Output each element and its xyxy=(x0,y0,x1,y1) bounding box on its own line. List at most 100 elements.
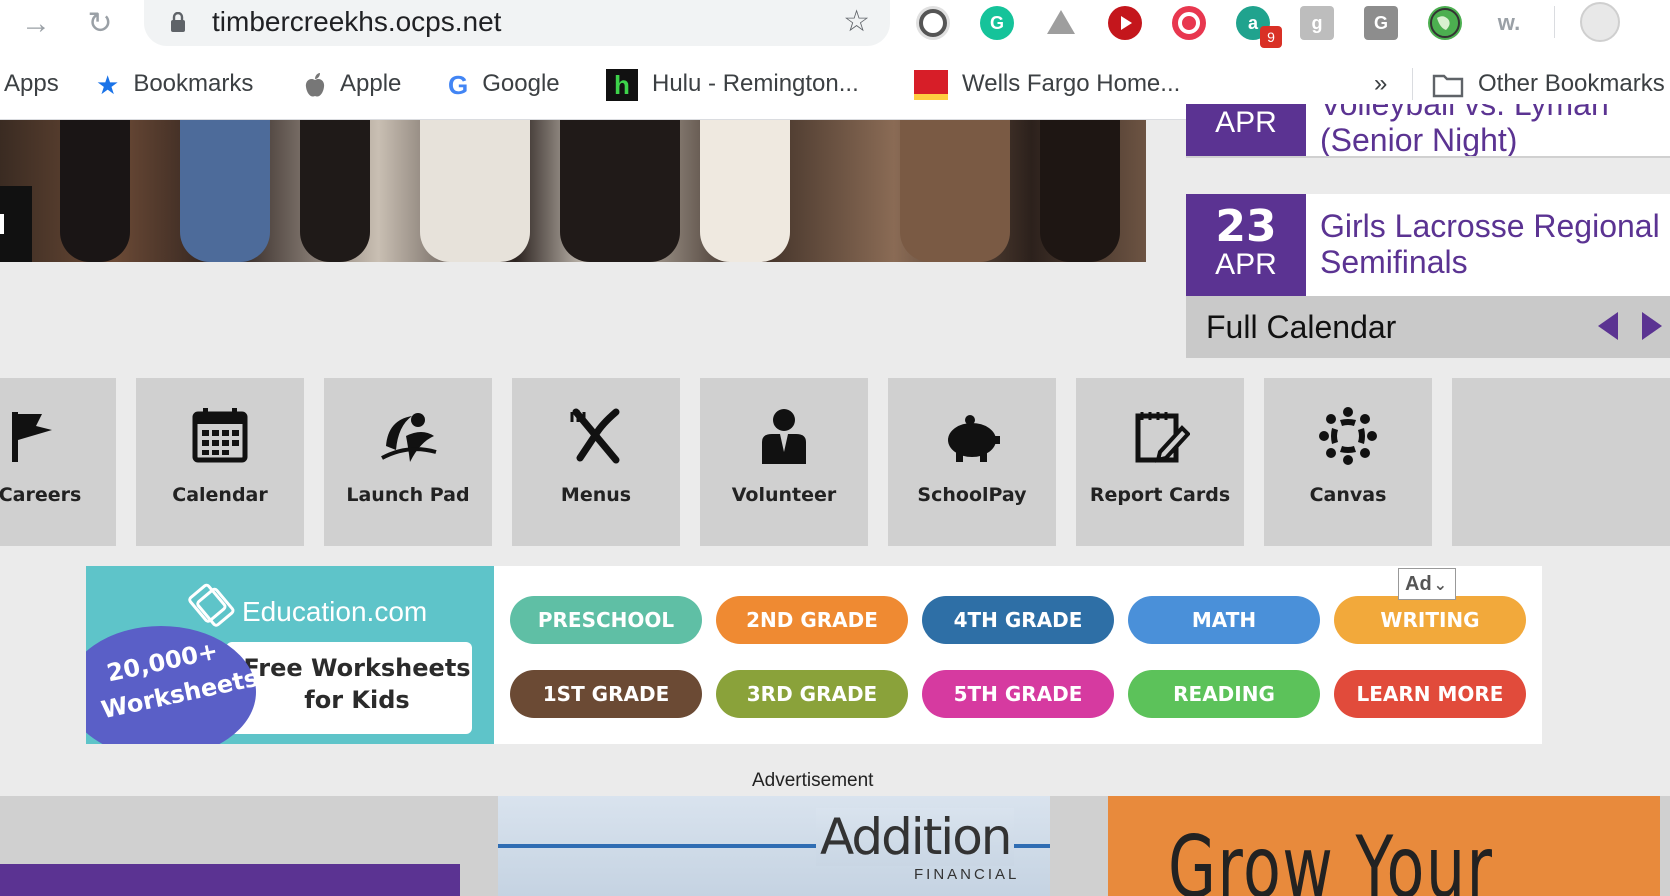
extension-g-icon[interactable]: g xyxy=(1300,6,1334,40)
event-month: APR xyxy=(1215,248,1277,281)
apple-icon xyxy=(305,72,325,97)
wells-fargo-icon xyxy=(914,69,948,100)
calendar-icon xyxy=(192,408,248,463)
star-icon: ★ xyxy=(96,69,120,100)
event-item[interactable]: 23 APR Girls Lacrosse Regional Semifinal… xyxy=(1186,194,1670,296)
lower-purple-panel xyxy=(0,864,460,896)
bookmark-wells-fargo[interactable]: Wells Fargo Home... xyxy=(914,66,1180,102)
ad-button-1st-grade[interactable]: 1ST GRADE xyxy=(510,670,702,718)
lock-icon xyxy=(171,12,185,32)
bookmark-apple-label: Apple xyxy=(340,70,402,97)
quick-link-label: Menus xyxy=(560,484,632,506)
addition-financial-ad[interactable]: Addition FINANCIAL xyxy=(498,796,1050,896)
event-date: APR xyxy=(1186,104,1306,156)
extension-circle-icon[interactable] xyxy=(916,6,950,40)
bookmark-apps[interactable]: Apps xyxy=(4,66,59,102)
other-bookmarks-label: Other Bookmarks xyxy=(1478,70,1665,97)
drive-icon[interactable] xyxy=(1044,6,1078,40)
grammarly-icon[interactable]: G xyxy=(980,6,1014,40)
quick-link-label: Launch Pad xyxy=(346,484,470,506)
ad-button-4th-grade[interactable]: 4TH GRADE xyxy=(922,596,1114,644)
chevron-down-icon: ⌄ xyxy=(1433,577,1448,594)
address-bar[interactable]: timbercreekhs.ocps.net ☆ xyxy=(144,0,890,46)
quick-link-menus[interactable]: Menus xyxy=(512,378,680,546)
next-arrow-icon[interactable] xyxy=(1642,312,1662,340)
report-card-icon xyxy=(1135,412,1190,463)
event-title-line: Volleyball vs. Lyman xyxy=(1320,104,1609,122)
bookmark-google[interactable]: G Google xyxy=(448,66,560,102)
ad-brand-name: Education.com xyxy=(242,596,428,627)
quick-link-launch-pad[interactable]: Launch Pad xyxy=(324,378,492,546)
profile-avatar-icon[interactable] xyxy=(1580,2,1620,42)
education-ad[interactable]: Education.com Free Worksheets for Kids 2… xyxy=(86,566,1542,744)
toolbar-divider xyxy=(1554,6,1555,38)
reload-button[interactable]: ↻ xyxy=(82,6,118,42)
quick-link-label: Report Cards xyxy=(1089,484,1231,506)
bookmark-apps-label: Apps xyxy=(4,70,59,97)
previous-arrow-icon[interactable] xyxy=(1598,312,1618,340)
ad-button-preschool[interactable]: PRESCHOOL xyxy=(510,596,702,644)
event-item[interactable]: APR Volleyball vs. Lyman (Senior Night) xyxy=(1186,104,1670,158)
ad-button-3rd-grade[interactable]: 3RD GRADE xyxy=(716,670,908,718)
quick-link-volunteer[interactable]: Volunteer xyxy=(700,378,868,546)
browser-toolbar: → ↻ timbercreekhs.ocps.net ☆ G a 9 g G w… xyxy=(0,0,1670,48)
launch-pad-icon xyxy=(381,413,437,462)
hero-photo xyxy=(0,120,1146,262)
ad-headline-line: for Kids xyxy=(304,686,410,714)
advertisement-caption: Advertisement xyxy=(752,770,874,791)
slideshow-tab-marker xyxy=(0,214,4,234)
bookmarks-divider xyxy=(1412,68,1413,100)
addition-ad-subtitle: FINANCIAL xyxy=(914,866,1020,883)
other-bookmarks[interactable]: Other Bookmarks xyxy=(1432,66,1665,102)
bookmark-hulu[interactable]: h Hulu - Remington... xyxy=(606,66,859,102)
full-calendar-link[interactable]: Full Calendar xyxy=(1206,309,1396,346)
bookmark-apple[interactable]: Apple xyxy=(304,66,401,102)
person-icon xyxy=(762,409,806,464)
ad-button-writing[interactable]: WRITING xyxy=(1334,596,1526,644)
bookmark-bookmarks[interactable]: ★ Bookmarks xyxy=(96,66,253,102)
piggy-bank-icon xyxy=(948,415,1000,462)
play-icon[interactable] xyxy=(1108,6,1142,40)
globe-icon[interactable] xyxy=(1428,6,1462,40)
quick-link-schoolpay[interactable]: SchoolPay xyxy=(888,378,1056,546)
event-title: Girls Lacrosse Regional Semifinals xyxy=(1320,208,1666,280)
ad-button-reading[interactable]: READING xyxy=(1128,670,1320,718)
quick-link-label: Volunteer xyxy=(731,484,837,506)
event-title: Volleyball vs. Lyman (Senior Night) xyxy=(1320,104,1666,156)
extension-g2-icon[interactable]: G xyxy=(1364,6,1398,40)
fork-knife-icon xyxy=(570,408,620,464)
slideshow-tab[interactable] xyxy=(0,186,32,262)
event-day: 23 xyxy=(1215,201,1277,252)
event-title-line: Semifinals xyxy=(1320,244,1468,280)
bookmark-google-label: Google xyxy=(482,70,560,97)
ad-headline-card: Free Worksheets for Kids xyxy=(226,642,472,734)
ad-button-math[interactable]: MATH xyxy=(1128,596,1320,644)
ad-choices-button[interactable]: Ad ⌄ xyxy=(1398,568,1456,600)
ad-choices-label: Ad xyxy=(1405,573,1432,595)
bookmark-star-icon[interactable]: ☆ xyxy=(843,4,870,39)
forward-button[interactable]: → xyxy=(18,6,54,42)
google-icon: G xyxy=(448,69,469,100)
bookmarks-overflow-button[interactable]: » xyxy=(1374,66,1387,102)
ad-button-learn-more[interactable]: LEARN MORE xyxy=(1334,670,1526,718)
quick-link-careers[interactable]: Careers xyxy=(0,378,116,546)
orange-ad[interactable]: Grow Your xyxy=(1108,796,1660,896)
hulu-icon: h xyxy=(606,68,638,101)
quick-link-label: Calendar xyxy=(172,484,268,506)
education-logo-icon xyxy=(188,583,235,627)
bookmark-hulu-label: Hulu - Remington... xyxy=(652,70,859,97)
quick-link-calendar[interactable]: Calendar xyxy=(136,378,304,546)
url-text: timbercreekhs.ocps.net xyxy=(212,6,502,37)
quick-link-label: Careers xyxy=(0,484,82,506)
quick-link-tile-partial[interactable] xyxy=(1452,378,1670,546)
quick-link-canvas[interactable]: Canvas xyxy=(1264,378,1432,546)
event-date: 23 APR xyxy=(1186,194,1306,296)
extension-w-icon[interactable]: w. xyxy=(1492,6,1526,40)
quick-link-report-cards[interactable]: Report Cards xyxy=(1076,378,1244,546)
event-title-line: Girls Lacrosse Regional xyxy=(1320,208,1660,244)
ad-button-5th-grade[interactable]: 5TH GRADE xyxy=(922,670,1114,718)
browser-window: → ↻ timbercreekhs.ocps.net ☆ G a 9 g G w… xyxy=(0,0,1670,896)
ad-button-2nd-grade[interactable]: 2ND GRADE xyxy=(716,596,908,644)
clock-extension-icon[interactable] xyxy=(1172,6,1206,40)
quick-link-label: Canvas xyxy=(1309,484,1387,506)
